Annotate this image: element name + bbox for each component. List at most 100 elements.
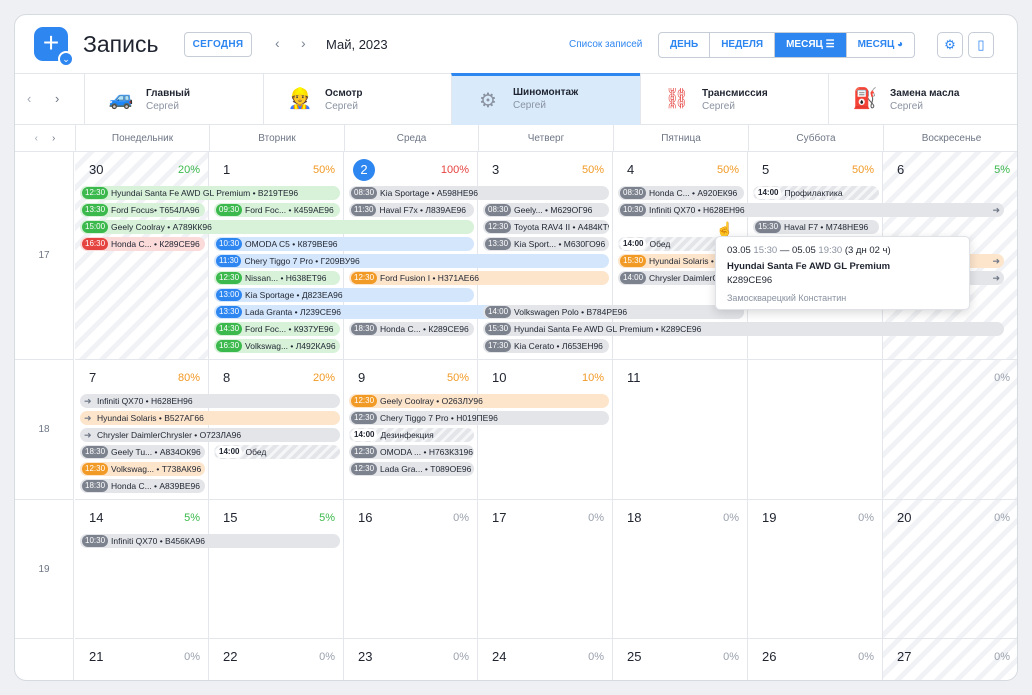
day-cell[interactable]: 10 10% (478, 360, 613, 500)
event-bar[interactable]: 08:30 Geely... • М629ОГ96 (483, 203, 609, 217)
day-number[interactable]: 5 (762, 162, 769, 177)
event-bar[interactable]: 14:30 Ford Foc... • К937УЕ96 (214, 322, 340, 336)
event-bar[interactable]: 08:30 Honda C... • А920ЕК96 (618, 186, 744, 200)
event-bar[interactable]: ➜ Chrysler DaimlerChrysler • О723ЛА96 (80, 428, 340, 442)
day-number[interactable]: 21 (89, 649, 103, 664)
day-cell[interactable]: 15 5% (209, 500, 344, 639)
event-bar[interactable]: 14:00 Volkswagen Polo • В784РЕ96 (483, 305, 744, 319)
day-number[interactable]: 22 (223, 649, 237, 664)
day-number[interactable]: 1 (223, 162, 230, 177)
day-cell[interactable]: 0% (883, 360, 1017, 500)
day-cell[interactable]: 30 20% (75, 152, 209, 360)
records-list-link[interactable]: Список записей (569, 39, 642, 50)
view-day-button[interactable]: ДЕНЬ (659, 33, 709, 57)
day-cell[interactable] (748, 360, 883, 500)
prev-week-icon[interactable]: ‹ (35, 133, 38, 144)
event-bar[interactable]: 11:30 Haval F7x • Л839АЕ96 (349, 203, 474, 217)
event-bar[interactable]: 10:30 Infiniti QX70 • Н628ЕН96 ➜ (618, 203, 1004, 217)
event-bar[interactable]: 12:30 Hyundai Santa Fe AWD GL Premium • В… (80, 186, 340, 200)
day-number[interactable]: 18 (627, 510, 641, 525)
view-month-chart-button[interactable]: МЕСЯЦ ◕ (845, 33, 915, 57)
event-bar[interactable]: 18:30 Geely Tu... • А834ОК96 (80, 445, 205, 459)
day-cell[interactable]: 18 0% (613, 500, 748, 639)
post-tab-1[interactable]: 🚙 Главный Сергей (84, 74, 263, 125)
event-bar[interactable]: 13:00 Kia Sportage • Д823ЕА96 (214, 288, 474, 302)
next-week-icon[interactable]: › (52, 133, 55, 144)
day-cell[interactable]: 23 0% (344, 639, 478, 680)
event-bar[interactable]: 12:30 Lada Gra... • Т089ОЕ96 (349, 462, 474, 476)
event-bar[interactable]: 16:30 Volkswag... • Л492КА96 (214, 339, 340, 353)
day-cell[interactable]: 20 0% (883, 500, 1017, 639)
event-bar[interactable]: 14:00 Профилактика (753, 186, 879, 200)
day-number[interactable]: 3 (492, 162, 499, 177)
event-bar[interactable]: 18:30 Honda C... • К289СЕ96 (349, 322, 474, 336)
day-number[interactable]: 24 (492, 649, 506, 664)
post-tab-5[interactable]: ⛽ Замена масла Сергей (828, 74, 1017, 125)
day-number[interactable]: 9 (358, 370, 365, 385)
event-bar[interactable]: 09:30 Ford Foc... • К459АЕ96 (214, 203, 340, 217)
day-cell[interactable]: 14 5% (75, 500, 209, 639)
day-number[interactable]: 11 (627, 370, 641, 385)
event-bar[interactable]: 12:30 OMODA ... • Н763К3196 (349, 445, 474, 459)
day-cell[interactable]: 25 0% (613, 639, 748, 680)
event-bar[interactable]: 12:30 Volkswag... • Т738АК96 (80, 462, 205, 476)
post-tab-3[interactable]: ⚙ Шиномонтаж Сергей (451, 73, 640, 125)
event-bar[interactable]: 10:30 OMODA C5 • К879ВЕ96 (214, 237, 474, 251)
event-bar[interactable]: 13:30 Kia Sport... • М630ГО96 (483, 237, 609, 251)
chevron-down-icon[interactable]: ⌄ (58, 51, 74, 67)
day-cell[interactable]: 19 0% (748, 500, 883, 639)
day-number[interactable]: 7 (89, 370, 96, 385)
day-cell[interactable]: 24 0% (478, 639, 613, 680)
day-number[interactable]: 17 (492, 510, 506, 525)
event-bar[interactable]: 17:30 Kia Cerato • Л653ЕН96 (483, 339, 609, 353)
event-bar[interactable]: 12:30 Nissan... • Н638ЕТ96 (214, 271, 340, 285)
add-record-button[interactable]: + ⌄ (34, 27, 74, 67)
day-number[interactable]: 27 (897, 649, 911, 664)
next-posts-icon[interactable]: › (55, 91, 59, 106)
day-cell[interactable]: 21 0% (75, 639, 209, 680)
day-number[interactable]: 14 (89, 510, 103, 525)
event-bar[interactable]: 08:30 Kia Sportage • А598НЕ96 (349, 186, 609, 200)
day-number[interactable]: 15 (223, 510, 237, 525)
day-cell[interactable]: 16 0% (344, 500, 478, 639)
event-bar[interactable]: 16:30 Honda C... • К289СЕ96 (80, 237, 205, 251)
day-cell[interactable]: 22 0% (209, 639, 344, 680)
post-tab-2[interactable]: 👷 Осмотр Сергей (263, 74, 451, 125)
view-month-list-button[interactable]: МЕСЯЦ ☰ (774, 33, 846, 57)
day-number[interactable]: 19 (762, 510, 776, 525)
day-number[interactable]: 26 (762, 649, 776, 664)
day-cell[interactable]: 11 (613, 360, 748, 500)
next-period-icon[interactable]: › (301, 35, 306, 51)
event-bar[interactable]: 15:30 Hyundai Santa Fe AWD GL Premium • К… (483, 322, 1004, 336)
event-bar[interactable]: 15:30 Haval F7 • М748НЕ96 (753, 220, 879, 234)
mobile-icon[interactable]: ▯ (968, 32, 994, 58)
day-number[interactable]: 8 (223, 370, 230, 385)
day-number[interactable]: 25 (627, 649, 641, 664)
day-number[interactable]: 10 (492, 370, 506, 385)
day-number[interactable]: 6 (897, 162, 904, 177)
event-bar[interactable]: ➜ Hyundai Solaris • В527АГ66 (80, 411, 340, 425)
event-bar[interactable]: 12:30 Geely Coolray • О263ЛУ96 (349, 394, 609, 408)
prev-posts-icon[interactable]: ‹ (27, 91, 31, 106)
event-bar[interactable]: ➜ Infiniti QX70 • Н628ЕН96 (80, 394, 340, 408)
post-tab-4[interactable]: ⛓ Трансмиссия Сергей (640, 74, 828, 125)
day-cell[interactable]: 26 0% (748, 639, 883, 680)
day-number[interactable]: 2 (353, 159, 375, 181)
event-bar[interactable]: 14:00 Дезинфекция (349, 428, 474, 442)
event-bar[interactable]: 11:30 Chery Tiggo 7 Pro • Г209ВУ96 (214, 254, 609, 268)
view-week-button[interactable]: НЕДЕЛЯ (709, 33, 774, 57)
event-bar[interactable]: 18:30 Honda C... • А839ВЕ96 (80, 479, 205, 493)
event-bar[interactable]: 10:30 Infiniti QX70 • В456КА96 (80, 534, 340, 548)
day-number[interactable]: 4 (627, 162, 634, 177)
day-number[interactable]: 20 (897, 510, 911, 525)
day-number[interactable]: 23 (358, 649, 372, 664)
event-bar[interactable]: 15:00 Geely Coolray • А789КК96 (80, 220, 474, 234)
event-bar[interactable]: 13:30 Ford Focus• Т654ЛА96 (80, 203, 205, 217)
gear-icon[interactable]: ⚙ (937, 32, 963, 58)
day-cell[interactable]: 17 0% (478, 500, 613, 639)
event-bar[interactable]: 12:30 Chery Tiggo 7 Pro • Н019ПЕ96 (349, 411, 609, 425)
prev-period-icon[interactable]: ‹ (275, 35, 280, 51)
event-bar[interactable]: 12:30 Toyota RAV4 II • А484КТ96 (483, 220, 609, 234)
event-bar[interactable]: 12:30 Ford Fusion I • Н371АЕ66 (349, 271, 609, 285)
today-button[interactable]: СЕГОДНЯ (184, 32, 252, 57)
